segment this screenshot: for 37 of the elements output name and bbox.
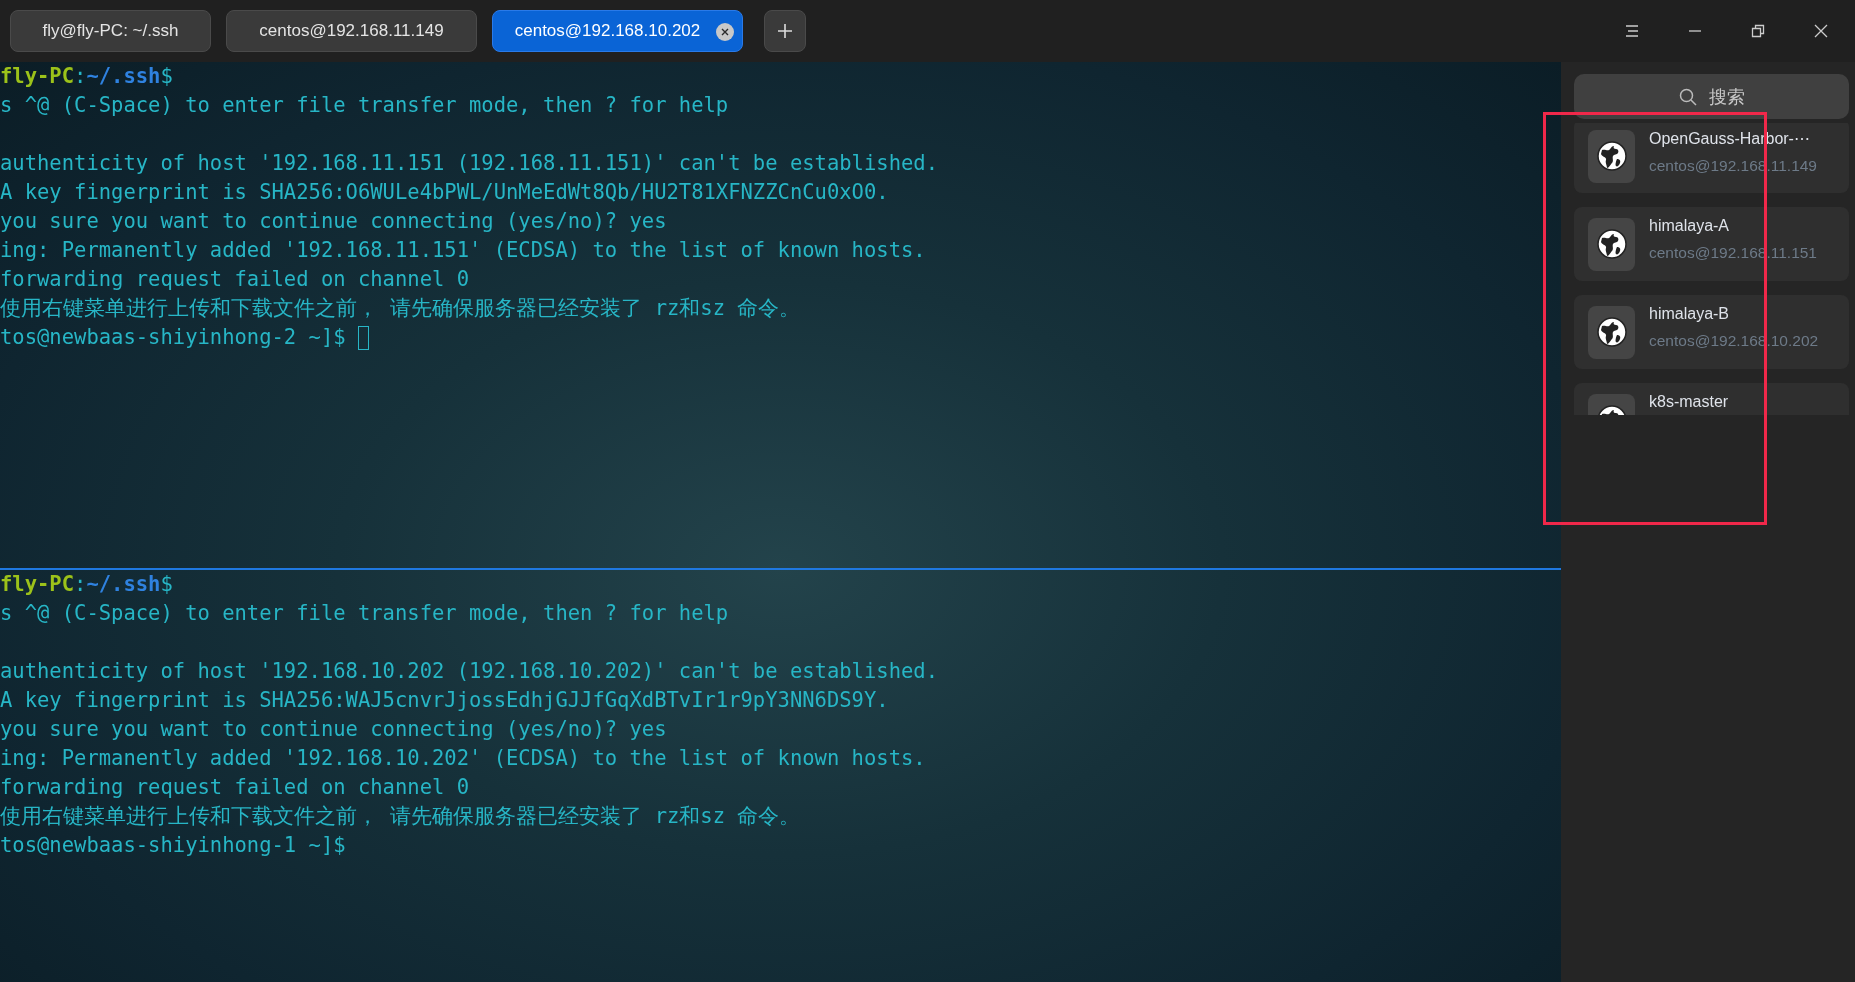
search-button[interactable]: 搜索 [1574,74,1849,119]
terminal-line: fly-PC:~/.ssh$ [0,63,173,90]
terminal-line: authenticity of host '192.168.10.202 (192.168.10.202)' can't be established. [0,658,938,685]
terminal-line: ing: Permanently added '192.168.10.202' (ECDSA) to the list of known hosts. [0,745,926,772]
terminal-line: A key fingerprint is SHA256:O6WULe4bPWL/UnMeEdWt8Qb/HU2T81XFNZZCnCu0xO0. [0,179,889,206]
terminal-line: tos@newbaas-shiyinhong-1 ~]$ [0,832,346,859]
menu-icon [1624,25,1639,37]
terminal-line: ing: Permanently added '192.168.11.151' (ECDSA) to the list of known hosts. [0,237,926,264]
terminal-line: 使用右键菜单进行上传和下载文件之前， 请先确保服务器已经安装了 rz和sz 命令。 [0,803,801,830]
terminal-line: you sure you want to continue connecting (yes/no)? yes [0,208,667,235]
terminal-line: A key fingerprint is SHA256:WAJ5cnvrJjossEdhjGJJfGqXdBTvIr1r9pY3NN6DS9Y. [0,687,889,714]
terminal-line: forwarding request failed on channel 0 [0,774,469,801]
tab[interactable]: centos@192.168.11.149 [226,10,477,52]
plus-icon [776,22,794,40]
terminal-line: s ^@ (C-Space) to enter file transfer mode, then ? for help [0,600,729,627]
tab-close-button[interactable] [716,23,734,41]
globe-icon [1596,317,1627,347]
terminal-line: s ^@ (C-Space) to enter file transfer mode, then ? for help [0,92,729,119]
globe-icon [1596,229,1627,259]
globe-icon [1596,141,1627,171]
server-name: himalaya-B [1649,305,1731,323]
terminal-line: 使用右键菜单进行上传和下载文件之前， 请先确保服务器已经安装了 rz和sz 命令。 [0,295,801,322]
terminal-line: forwarding request failed on channel 0 [0,266,469,293]
server-name: k8s-master [1649,393,1729,411]
close-icon [721,28,729,36]
server-name: himalaya-A [1649,217,1731,235]
tab[interactable]: centos@192.168.10.202 [492,10,743,52]
terminal-line: authenticity of host '192.168.11.151 (192.168.11.151)' can't be established. [0,150,938,177]
terminal-line: you sure you want to continue connecting (yes/no)? yes [0,716,667,743]
restore-icon [1750,24,1765,38]
close-icon [1813,24,1828,38]
new-tab-button[interactable] [764,10,806,52]
server-item[interactable]: k8s-master [1574,383,1849,415]
terminal-line: fly-PC:~/.ssh$ [0,571,173,598]
terminal-line: tos@newbaas-shiyinhong-2 ~]$ [0,324,347,351]
search-icon [1678,87,1697,106]
tab[interactable]: fly@fly-PC: ~/.ssh [10,10,211,52]
